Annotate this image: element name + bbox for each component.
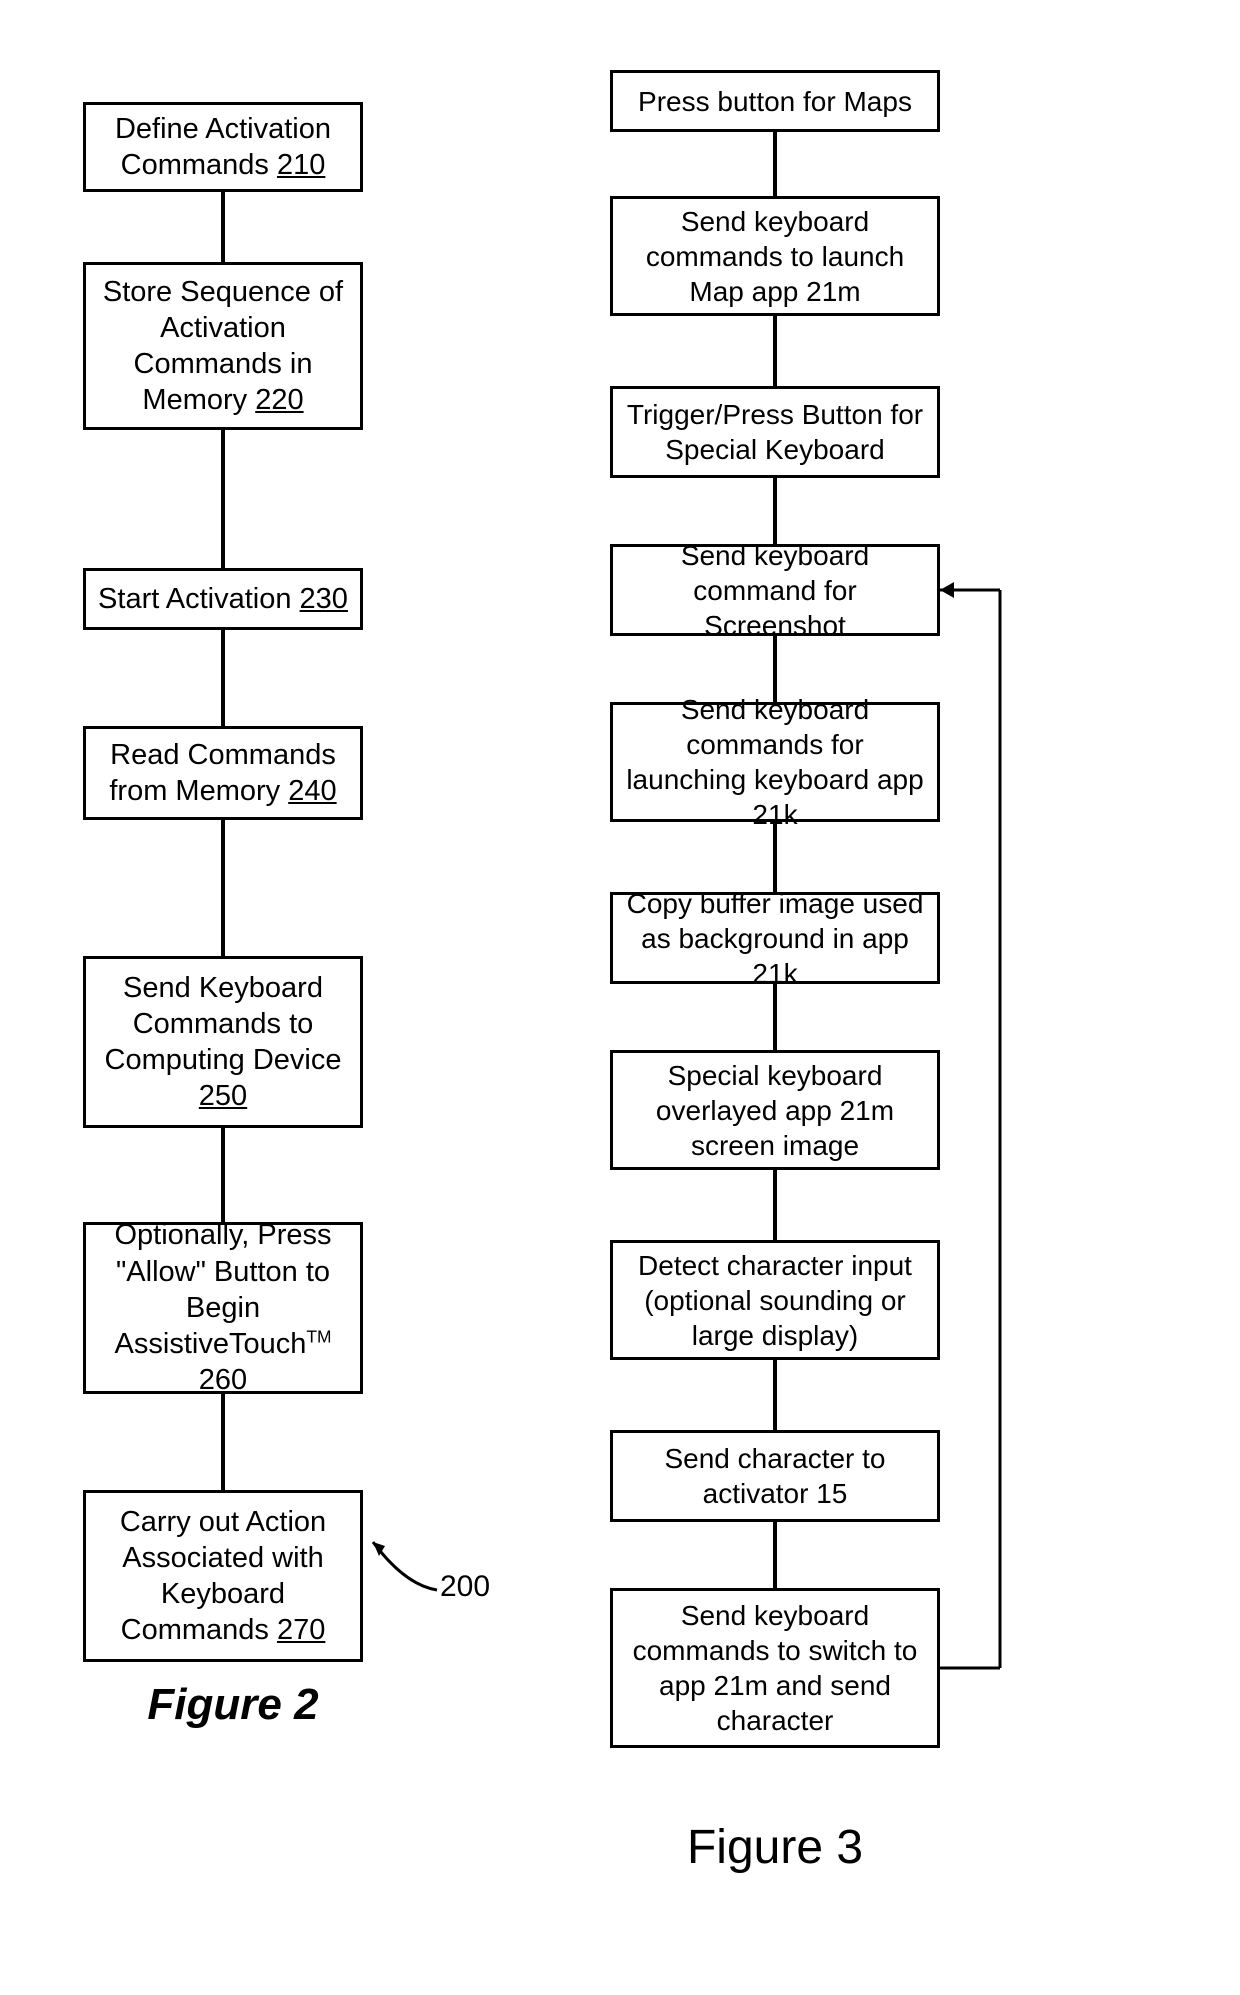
fig3-step-8: Detect character input (optional soundin… bbox=[610, 1240, 940, 1360]
fig2-step-210-text: Define Activation Commands 210 bbox=[98, 111, 348, 184]
fig2-step-230: Start Activation 230 bbox=[83, 568, 363, 630]
fig2-step-240: Read Commands from Memory 240 bbox=[83, 726, 363, 820]
fig3-conn-1 bbox=[773, 132, 777, 196]
fig2-step-220: Store Sequence of Activation Commands in… bbox=[83, 262, 363, 430]
fig2-step-260-text: Optionally, Press "Allow" Button to Begi… bbox=[98, 1217, 348, 1398]
fig3-step-9: Send character to activator 15 bbox=[610, 1430, 940, 1522]
fig3-step-9-text: Send character to activator 15 bbox=[625, 1441, 925, 1511]
fig3-step-7: Special keyboard overlayed app 21m scree… bbox=[610, 1050, 940, 1170]
fig2-step-270: Carry out Action Associated with Keyboar… bbox=[83, 1490, 363, 1662]
fig3-conn-6 bbox=[773, 984, 777, 1050]
fig3-step-6: Copy buffer image used as background in … bbox=[610, 892, 940, 984]
fig2-step-260: Optionally, Press "Allow" Button to Begi… bbox=[83, 1222, 363, 1394]
fig3-step-2: Send keyboard commands to launch Map app… bbox=[610, 196, 940, 316]
fig2-conn-2 bbox=[221, 430, 225, 568]
fig3-conn-3 bbox=[773, 478, 777, 544]
fig3-conn-5 bbox=[773, 822, 777, 892]
fig3-step-3-text: Trigger/Press Button for Special Keyboar… bbox=[625, 397, 925, 467]
fig2-conn-5 bbox=[221, 1128, 225, 1222]
fig3-conn-2 bbox=[773, 316, 777, 386]
fig2-conn-3 bbox=[221, 630, 225, 726]
fig2-conn-6 bbox=[221, 1394, 225, 1490]
fig3-step-2-text: Send keyboard commands to launch Map app… bbox=[625, 204, 925, 309]
fig2-step-230-text: Start Activation 230 bbox=[98, 581, 348, 617]
fig2-step-220-text: Store Sequence of Activation Commands in… bbox=[98, 274, 348, 419]
fig2-step-250: Send Keyboard Commands to Computing Devi… bbox=[83, 956, 363, 1128]
fig3-caption: Figure 3 bbox=[610, 1820, 940, 1875]
fig2-step-250-text: Send Keyboard Commands to Computing Devi… bbox=[98, 970, 348, 1115]
fig3-conn-7 bbox=[773, 1170, 777, 1240]
fig3-loop bbox=[940, 560, 1030, 1680]
fig3-step-10-text: Send keyboard commands to switch to app … bbox=[625, 1598, 925, 1738]
fig3-step-6-text: Copy buffer image used as background in … bbox=[625, 886, 925, 991]
fig2-conn-1 bbox=[221, 192, 225, 262]
fig3-step-1-text: Press button for Maps bbox=[638, 84, 912, 119]
fig3-step-4-text: Send keyboard command for Screenshot bbox=[625, 538, 925, 643]
fig2-caption: Figure 2 bbox=[83, 1680, 383, 1730]
fig2-conn-4 bbox=[221, 820, 225, 956]
fig2-step-210: Define Activation Commands 210 bbox=[83, 102, 363, 192]
fig3-step-4: Send keyboard command for Screenshot bbox=[610, 544, 940, 636]
fig3-step-1: Press button for Maps bbox=[610, 70, 940, 132]
fig3-step-3: Trigger/Press Button for Special Keyboar… bbox=[610, 386, 940, 478]
fig3-step-5-text: Send keyboard commands for launching key… bbox=[625, 692, 925, 832]
fig3-conn-4 bbox=[773, 636, 777, 702]
fig3-step-10: Send keyboard commands to switch to app … bbox=[610, 1588, 940, 1748]
fig3-step-5: Send keyboard commands for launching key… bbox=[610, 702, 940, 822]
fig2-step-240-text: Read Commands from Memory 240 bbox=[98, 737, 348, 810]
fig3-step-7-text: Special keyboard overlayed app 21m scree… bbox=[625, 1058, 925, 1163]
fig3-conn-8 bbox=[773, 1360, 777, 1430]
fig2-callout-200: 200 bbox=[440, 1570, 490, 1604]
fig3-conn-9 bbox=[773, 1522, 777, 1588]
fig2-step-270-text: Carry out Action Associated with Keyboar… bbox=[98, 1504, 348, 1649]
fig3-step-8-text: Detect character input (optional soundin… bbox=[625, 1248, 925, 1353]
